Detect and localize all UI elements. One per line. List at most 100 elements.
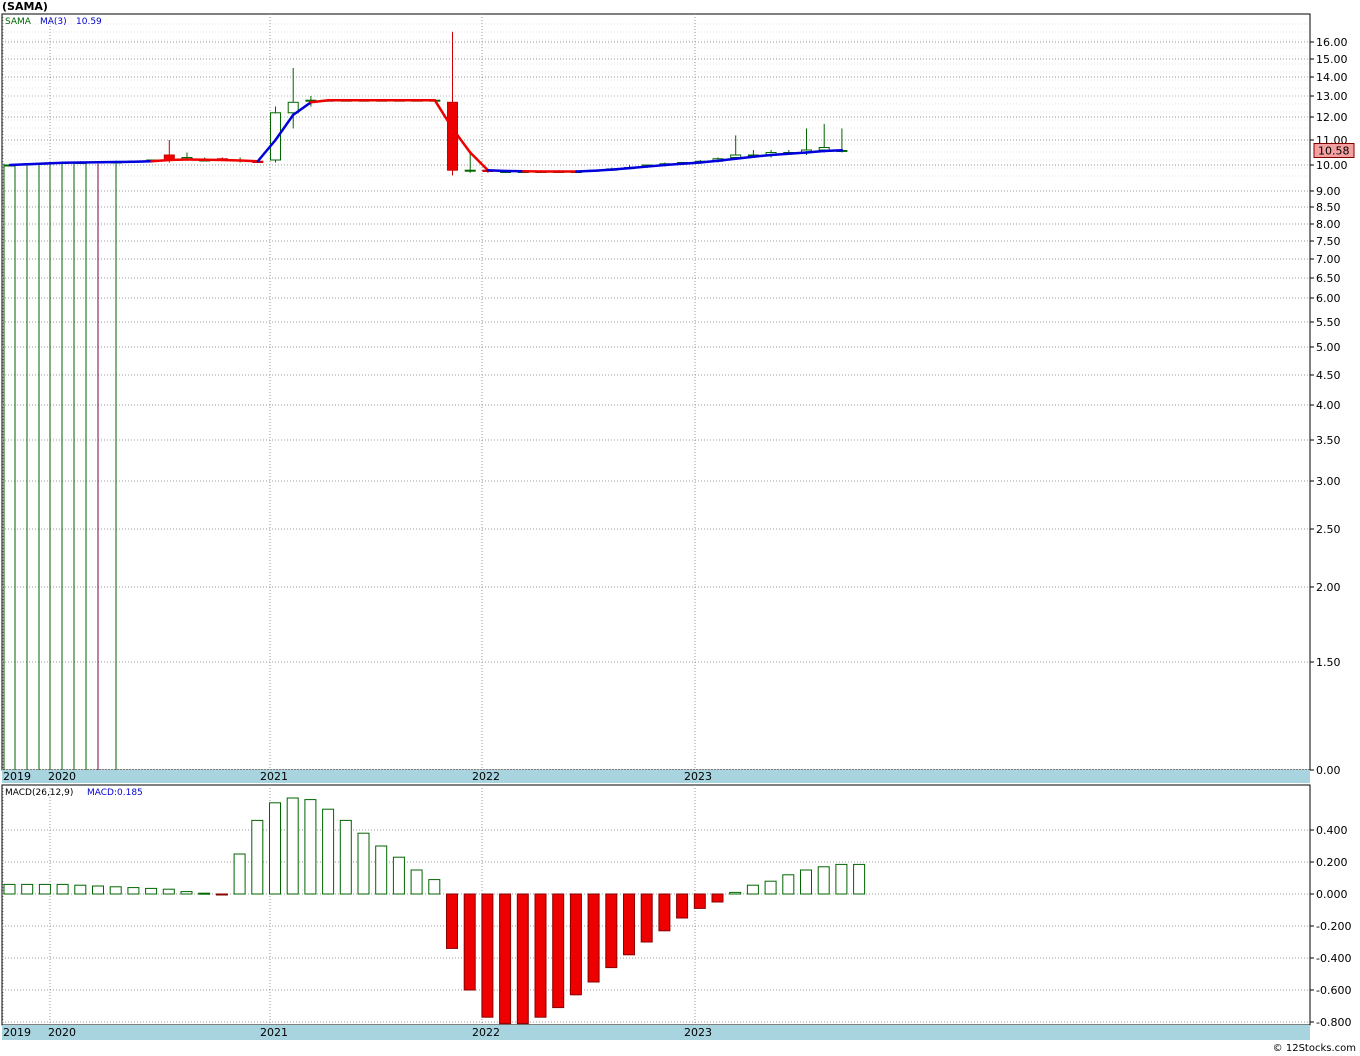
ma3-line-segment — [592, 168, 614, 172]
ma3-line-segment — [575, 169, 596, 173]
macd-bar — [322, 808, 335, 895]
price-tick-label: 6.50 — [1316, 272, 1341, 285]
price-tick-label: 8.00 — [1316, 218, 1341, 231]
macd-tick-label: -0.800 — [1316, 1016, 1351, 1029]
legend-macd-label: MACD(26,12,9) — [5, 788, 73, 798]
price-tick-label: 8.50 — [1316, 201, 1341, 214]
macd-tick-label: -0.600 — [1316, 984, 1351, 997]
legend-ma-label: MA(3) — [40, 17, 67, 27]
price-tick-label: 4.00 — [1316, 399, 1341, 412]
price-year-label: 2023 — [684, 770, 712, 783]
macd-bar — [145, 887, 158, 895]
macd-bar — [162, 888, 175, 895]
macd-xaxis-band — [2, 1025, 1310, 1040]
macd-bar — [817, 866, 830, 895]
chart-canvas: 16.0015.0014.0013.0012.0011.0010.009.008… — [1, 13, 1355, 1040]
macd-year-label: 2021 — [260, 1026, 288, 1039]
ma3-line-segment — [663, 162, 684, 167]
macd-bar — [552, 893, 565, 1009]
macd-bar — [392, 856, 405, 895]
macd-bar — [375, 845, 388, 895]
macd-bar — [658, 893, 671, 932]
ma3-line-segment — [752, 153, 773, 158]
macd-panel-frame — [1, 784, 1311, 1026]
price-tick-label: 1.50 — [1316, 656, 1341, 669]
macd-bar — [339, 819, 352, 895]
macd-bar — [746, 884, 759, 895]
macd-bar — [21, 883, 34, 895]
price-tick-label: 4.50 — [1316, 369, 1341, 382]
macd-bar — [304, 799, 317, 895]
macd-year-label: 2019 — [3, 1026, 31, 1039]
legend-ma-value: 10.59 — [76, 17, 102, 27]
macd-bar — [127, 887, 140, 895]
ma3-line-segment — [822, 149, 844, 153]
legend-macd-value: MACD:0.185 — [87, 788, 143, 798]
ma3-line-segment — [699, 159, 720, 164]
ma3-line-segment — [628, 165, 649, 170]
ma3-line-segment — [787, 151, 808, 155]
ma3-line-segment — [681, 161, 702, 165]
ma3-line-segment — [486, 168, 507, 173]
price-year-label: 2021 — [260, 770, 288, 783]
ma3-line-segment — [150, 158, 171, 163]
price-tick-label: 13.00 — [1316, 90, 1348, 103]
ma3-line-segment — [26, 162, 47, 166]
price-panel-frame — [1, 13, 1311, 771]
price-tick-label: 0.00 — [1316, 764, 1341, 777]
price-tick-label: 5.00 — [1316, 341, 1341, 354]
macd-year-label: 2022 — [472, 1026, 500, 1039]
macd-bar — [499, 893, 512, 1025]
ma3-line-segment — [221, 158, 242, 162]
ma3-line-segment — [610, 166, 631, 171]
macd-bar — [800, 869, 812, 895]
price-tick-label: 5.50 — [1316, 316, 1341, 329]
macd-bar — [357, 832, 370, 895]
price-year-label: 2019 — [3, 770, 31, 783]
price-xaxis-band — [2, 770, 1310, 783]
macd-bar — [251, 819, 264, 895]
macd-bar — [693, 893, 706, 909]
macd-bar — [605, 893, 618, 969]
macd-year-label: 2020 — [48, 1026, 76, 1039]
macd-bar — [198, 892, 211, 895]
macd-bar — [286, 797, 299, 895]
candle-body — [464, 169, 476, 172]
ma3-line-segment — [132, 160, 153, 163]
macd-bar — [215, 893, 228, 896]
price-tick-label: 7.00 — [1316, 253, 1341, 266]
last-price-label: 10.58 — [1318, 145, 1350, 158]
macd-bar — [764, 880, 777, 895]
legend-symbol: SAMA — [5, 17, 32, 27]
ma3-line-segment — [168, 158, 189, 162]
macd-bar — [463, 893, 476, 991]
macd-bar — [623, 893, 635, 956]
ma3-line-segment — [8, 163, 29, 167]
price-tick-label: 3.50 — [1316, 434, 1341, 447]
macd-bar — [233, 853, 246, 895]
copyright-footer: © 12Stocks.com — [1272, 1043, 1356, 1054]
price-year-label: 2020 — [48, 770, 76, 783]
macd-bar — [446, 893, 458, 949]
ma3-line-segment — [645, 163, 667, 168]
macd-bar — [3, 883, 16, 895]
price-tick-label: 14.00 — [1316, 71, 1348, 84]
price-tick-label: 6.00 — [1316, 292, 1341, 305]
price-tick-label: 15.00 — [1316, 53, 1348, 66]
macd-bar — [534, 893, 547, 1018]
price-tick-label: 2.50 — [1316, 523, 1341, 536]
macd-bar — [782, 874, 795, 895]
macd-bar — [569, 893, 582, 996]
price-tick-label: 9.00 — [1316, 185, 1341, 198]
macd-bar — [676, 893, 689, 919]
macd-bar — [109, 886, 122, 895]
macd-tick-label: 0.400 — [1316, 824, 1348, 837]
ma3-line-segment — [805, 149, 826, 154]
macd-tick-label: 0.200 — [1316, 856, 1348, 869]
macd-bar — [410, 869, 423, 895]
macd-bar — [835, 863, 848, 895]
ma3-line-segment — [238, 159, 260, 163]
price-tick-label: 10.00 — [1316, 159, 1348, 172]
macd-bar — [56, 883, 69, 895]
macd-bar — [516, 893, 529, 1025]
